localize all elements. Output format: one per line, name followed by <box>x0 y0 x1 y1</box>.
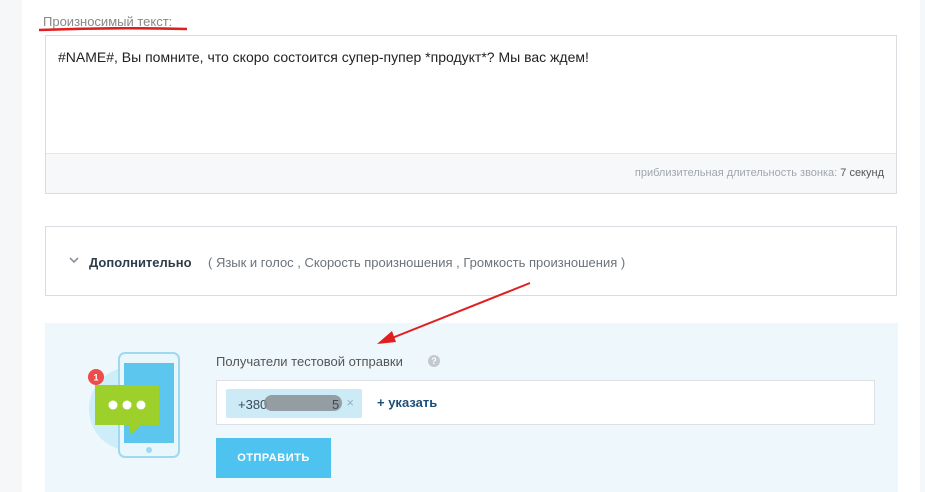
spoken-text-field[interactable]: #NAME#, Вы помните, что скоро состоится … <box>45 35 897 194</box>
help-icon[interactable]: ? <box>428 355 440 367</box>
additional-title: Дополнительно <box>89 255 192 270</box>
additional-options: ( Язык и голос , Скорость произношения ,… <box>208 255 626 270</box>
remove-recipient-icon[interactable]: × <box>346 395 354 410</box>
test-send-panel: 1 Получатели тестовой отправки ? +380 5 … <box>45 323 898 492</box>
spoken-text-value: #NAME#, Вы помните, что скоро состоится … <box>58 49 589 65</box>
duration-value: 7 секунд <box>840 167 884 179</box>
add-recipient-link[interactable]: + указать <box>377 395 437 410</box>
recipients-input[interactable]: +380 5 × + указать <box>216 380 875 425</box>
additional-settings-toggle[interactable]: Дополнительно ( Язык и голос , Скорость … <box>45 226 897 296</box>
phone-message-illustration: 1 <box>88 352 180 458</box>
annotation-underline <box>38 27 188 32</box>
recipients-label: Получатели тестовой отправки <box>216 354 403 369</box>
recipient-phone: +380 <box>238 397 268 412</box>
notification-badge: 1 <box>93 373 98 383</box>
call-duration: приблизительная длительность звонка: 7 с… <box>635 167 884 179</box>
duration-label: приблизительная длительность звонка: <box>634 167 841 179</box>
recipient-phone-end: 5 <box>332 397 340 412</box>
send-button[interactable]: ОТПРАВИТЬ <box>216 438 331 478</box>
redacted-phone-digits <box>264 395 342 411</box>
textarea-footer: приблизительная длительность звонка: 7 с… <box>46 153 896 193</box>
chevron-down-icon <box>69 257 79 264</box>
recipient-chip[interactable]: +380 5 × <box>226 389 362 418</box>
